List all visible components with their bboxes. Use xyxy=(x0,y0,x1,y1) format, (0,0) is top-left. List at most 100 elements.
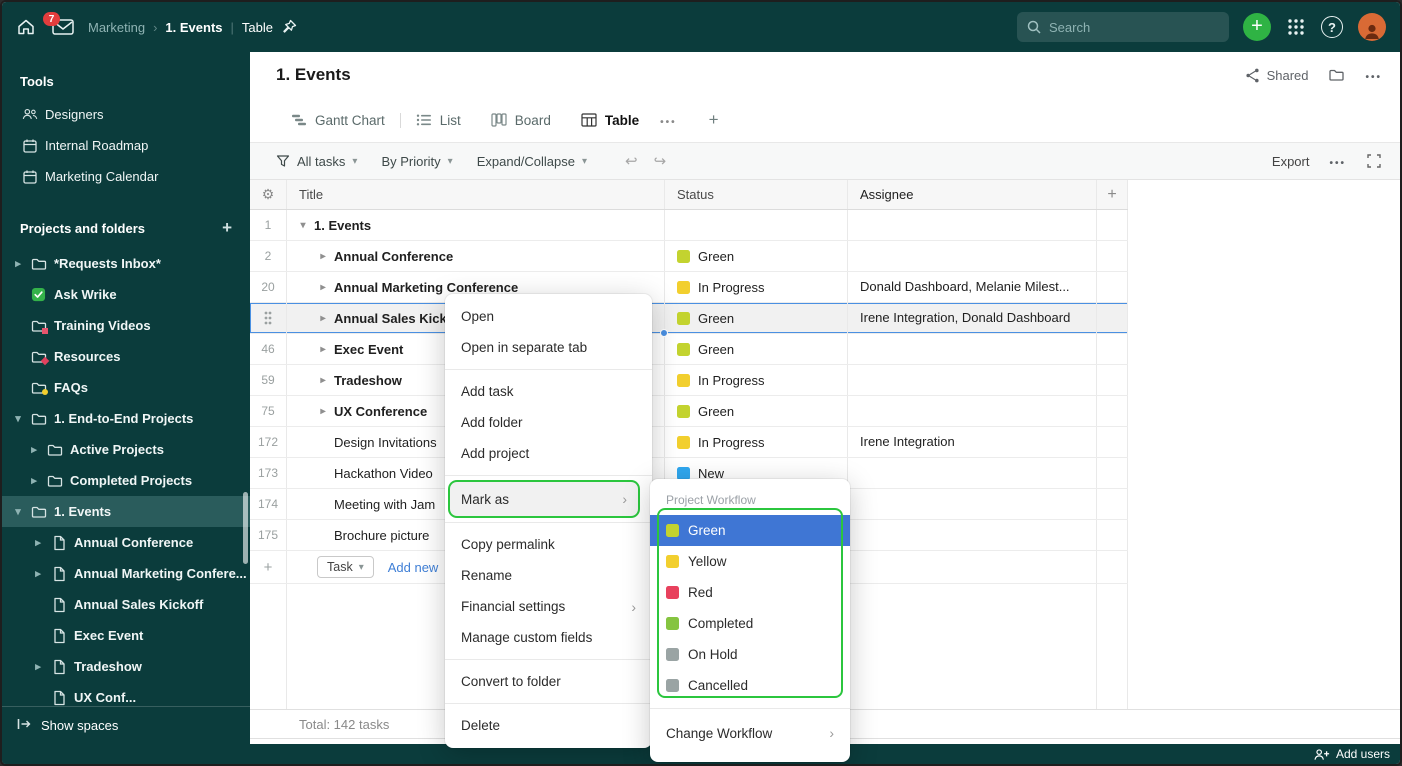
add-view-icon[interactable] xyxy=(683,110,745,130)
status-cell[interactable]: In Progress xyxy=(665,427,848,457)
filter-all-tasks[interactable]: All tasks xyxy=(276,154,357,169)
assignee-cell[interactable]: Donald Dashboard, Melanie Milest... xyxy=(848,272,1097,302)
submenu-item-on-hold[interactable]: On Hold xyxy=(650,639,850,670)
assignee-cell[interactable] xyxy=(848,489,1097,519)
sidebar-item-training-videos[interactable]: Training Videos xyxy=(2,310,250,341)
submenu-item-green[interactable]: Green xyxy=(650,515,850,546)
add-new-button[interactable]: Add new xyxy=(388,560,439,575)
submenu-item-red[interactable]: Red xyxy=(650,577,850,608)
table-row[interactable]: 1 1. Events xyxy=(250,210,1128,241)
menu-item-rename[interactable]: Rename xyxy=(445,560,652,591)
undo-icon[interactable]: ↩ xyxy=(625,152,638,170)
tab-board[interactable]: Board xyxy=(476,98,566,142)
user-avatar[interactable] xyxy=(1358,13,1386,41)
submenu-item-change-workflow[interactable]: Change Workflow xyxy=(650,716,850,750)
task-title-cell[interactable]: 1. Events xyxy=(287,210,665,240)
status-cell[interactable] xyxy=(665,210,848,240)
status-cell[interactable]: Green xyxy=(665,241,848,271)
fullscreen-icon[interactable] xyxy=(1366,153,1382,169)
sidebar-item-resources[interactable]: Resources xyxy=(2,341,250,372)
sidebar-item-designers[interactable]: Designers xyxy=(2,99,250,130)
add-task-plus-icon[interactable] xyxy=(250,551,287,583)
menu-item-mark-as[interactable]: Mark as xyxy=(450,482,638,516)
status-cell[interactable]: Green xyxy=(665,303,848,333)
sidebar-item-completed-projects[interactable]: Completed Projects xyxy=(2,465,250,496)
drag-handle-icon[interactable] xyxy=(263,310,273,326)
chevron-down-icon[interactable] xyxy=(12,412,24,425)
chevron-right-icon[interactable] xyxy=(32,567,44,580)
sidebar-item-annual-conference[interactable]: Annual Conference xyxy=(2,527,250,558)
menu-item-convert-to-folder[interactable]: Convert to folder xyxy=(445,666,652,697)
chevron-right-icon[interactable] xyxy=(317,406,329,417)
chevron-right-icon[interactable] xyxy=(317,344,329,355)
submenu-item-cancelled[interactable]: Cancelled xyxy=(650,670,850,701)
add-column-icon[interactable] xyxy=(1097,180,1128,209)
menu-item-copy-permalink[interactable]: Copy permalink xyxy=(445,529,652,560)
assignee-cell[interactable] xyxy=(848,365,1097,395)
row-drag-cell[interactable] xyxy=(250,303,287,333)
add-project-icon[interactable] xyxy=(222,218,232,238)
chevron-right-icon[interactable] xyxy=(317,313,329,324)
assignee-cell[interactable] xyxy=(848,334,1097,364)
assignee-cell[interactable] xyxy=(848,241,1097,271)
help-icon[interactable] xyxy=(1321,16,1343,38)
assignee-cell[interactable]: Irene Integration, Donald Dashboard xyxy=(848,303,1097,333)
create-new-button[interactable] xyxy=(1243,13,1271,41)
sidebar-scrollbar-thumb[interactable] xyxy=(243,492,248,564)
chevron-right-icon[interactable] xyxy=(32,536,44,549)
sidebar-item-tradeshow[interactable]: Tradeshow xyxy=(2,651,250,682)
menu-item-delete[interactable]: Delete xyxy=(445,710,652,741)
chevron-down-icon[interactable] xyxy=(12,505,24,518)
sidebar-item-marketing-calendar[interactable]: Marketing Calendar xyxy=(2,161,250,192)
menu-item-manage-custom-fields[interactable]: Manage custom fields xyxy=(445,622,652,653)
sidebar-item-annual-marketing-conference[interactable]: Annual Marketing Confere... xyxy=(2,558,250,589)
table-row[interactable]: 59 Tradeshow In Progress xyxy=(250,365,1128,396)
table-row[interactable]: 172 Design Invitations In Progress Irene… xyxy=(250,427,1128,458)
pin-icon[interactable] xyxy=(281,19,297,35)
breadcrumb-current[interactable]: 1. Events xyxy=(165,20,222,35)
search-input[interactable] xyxy=(1017,12,1229,42)
fill-handle[interactable] xyxy=(660,329,668,337)
export-button[interactable]: Export xyxy=(1272,154,1310,169)
toolbar-more-icon[interactable] xyxy=(1329,154,1346,169)
column-header-title[interactable]: Title xyxy=(287,180,665,209)
redo-icon[interactable]: ↪ xyxy=(654,152,667,170)
tab-gantt-chart[interactable]: Gantt Chart xyxy=(276,98,400,142)
table-row[interactable]: 20 Annual Marketing Conference In Progre… xyxy=(250,272,1128,303)
column-header-assignee[interactable]: Assignee xyxy=(848,180,1097,209)
inbox-icon[interactable]: 7 xyxy=(43,12,74,35)
chevron-right-icon[interactable] xyxy=(317,251,329,262)
sidebar-item-ask-wrike[interactable]: Ask Wrike xyxy=(2,279,250,310)
chevron-right-icon[interactable] xyxy=(32,660,44,673)
tab-table[interactable]: Table xyxy=(566,98,654,142)
assignee-cell[interactable]: Irene Integration xyxy=(848,427,1097,457)
menu-item-add-task[interactable]: Add task xyxy=(445,376,652,407)
status-cell[interactable]: In Progress xyxy=(665,272,848,302)
breadcrumb-view[interactable]: Table xyxy=(242,20,273,35)
breadcrumb-space[interactable]: Marketing xyxy=(88,20,145,35)
folder-action-icon[interactable] xyxy=(1328,67,1345,83)
chevron-right-icon[interactable] xyxy=(317,282,329,293)
tab-more-icon[interactable] xyxy=(654,113,683,128)
assignee-cell[interactable] xyxy=(848,520,1097,550)
table-settings-gear-icon[interactable] xyxy=(250,180,287,209)
show-spaces-button[interactable]: Show spaces xyxy=(2,706,250,743)
sort-by-priority[interactable]: By Priority xyxy=(381,154,452,169)
status-cell[interactable]: In Progress xyxy=(665,365,848,395)
chevron-right-icon[interactable] xyxy=(317,375,329,386)
sidebar-item-end-to-end-projects[interactable]: 1. End-to-End Projects xyxy=(2,403,250,434)
apps-grid-icon[interactable] xyxy=(1287,18,1305,36)
menu-item-open-separate-tab[interactable]: Open in separate tab xyxy=(445,332,652,363)
chevron-down-icon[interactable] xyxy=(297,220,309,231)
table-row[interactable]: 75 UX Conference Green xyxy=(250,396,1128,427)
expand-collapse[interactable]: Expand/Collapse xyxy=(477,154,587,169)
table-row-selected[interactable]: Annual Sales Kickoff Green Irene Integra… xyxy=(250,303,1128,337)
sidebar-item-internal-roadmap[interactable]: Internal Roadmap xyxy=(2,130,250,161)
sidebar-item-events[interactable]: 1. Events xyxy=(2,496,250,527)
home-icon[interactable] xyxy=(16,17,36,37)
sidebar-item-faqs[interactable]: FAQs xyxy=(2,372,250,403)
status-cell[interactable]: Green xyxy=(665,334,848,364)
assignee-cell[interactable] xyxy=(848,210,1097,240)
submenu-item-completed[interactable]: Completed xyxy=(650,608,850,639)
sidebar-item-annual-sales-kickoff[interactable]: Annual Sales Kickoff xyxy=(2,589,250,620)
